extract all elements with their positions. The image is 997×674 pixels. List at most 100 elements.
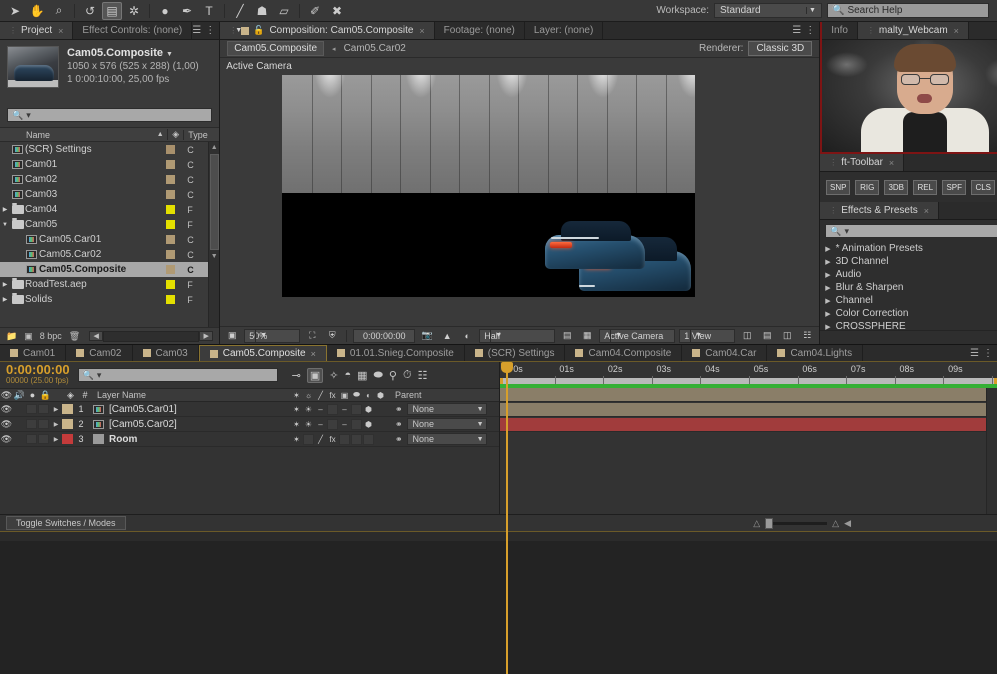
disclosure-triangle-icon[interactable]: ▶	[825, 284, 830, 292]
disclosure-triangle-icon[interactable]: ▶	[825, 271, 830, 279]
timeline-scrollbar[interactable]	[986, 388, 997, 514]
layer-disclosure-icon[interactable]: ▶	[50, 406, 62, 413]
zoom-slider-track[interactable]	[765, 522, 827, 525]
search-help-input[interactable]: 🔍 Search Help	[827, 3, 989, 18]
timeline-search-input[interactable]: 🔍 ▾	[78, 368, 278, 382]
tab-ft-toolbar[interactable]: ⋮ ft-Toolbar ×	[820, 154, 904, 171]
timeline-zoom-slider[interactable]: △ △ ◀	[753, 518, 851, 529]
composition-viewport[interactable]: Active Camera	[220, 58, 819, 326]
frameblend-switch[interactable]	[339, 434, 350, 445]
collapse-switch[interactable]: ☀	[303, 404, 314, 415]
zoom-in-icon[interactable]: △	[832, 518, 839, 529]
collapse-panel-icon[interactable]: ◀	[844, 518, 851, 529]
camera-select[interactable]: Active Camera ▼	[599, 329, 675, 343]
disclosure-triangle-icon[interactable]: ▶	[825, 310, 830, 318]
tab-malty-webcam[interactable]: ⋮ malty_Webcam ×	[858, 22, 969, 39]
layer-solo-toggle[interactable]	[26, 419, 37, 429]
project-hscrollbar[interactable]: ◀ ▶	[89, 331, 213, 342]
layer-row[interactable]: 👁▶3Room✶╱fx⚭None▼	[0, 432, 499, 447]
tab-info[interactable]: Info	[822, 22, 858, 39]
project-item[interactable]: ▶Cam04F	[0, 202, 219, 217]
toggle-switches-modes-button[interactable]: Toggle Switches / Modes	[6, 516, 126, 530]
grid-guides-icon[interactable]: ⛶	[304, 329, 320, 343]
zoom-tool-icon[interactable]: ⌕	[49, 2, 69, 20]
project-search-input[interactable]: 🔍 ▾	[7, 108, 212, 122]
selection-tool-icon[interactable]: ➤	[5, 2, 25, 20]
layer-disclosure-icon[interactable]: ▶	[50, 436, 62, 443]
parent-header[interactable]: Parent	[391, 390, 499, 400]
effects-search-input[interactable]: 🔍 ▾	[825, 224, 997, 238]
label-color-swatch[interactable]	[166, 160, 175, 169]
motionblur-switch[interactable]	[351, 434, 362, 445]
layer-lock-toggle[interactable]	[38, 419, 49, 429]
workspace-select[interactable]: Standard ▼	[714, 3, 822, 18]
current-time-indicator[interactable]	[506, 362, 508, 674]
puppet-pin-tool-icon[interactable]: ✖	[327, 2, 347, 20]
scroll-right-icon[interactable]: ▶	[199, 331, 213, 341]
tab-composition[interactable]: ⋮ 🔓 Composition: Cam05.Composite ▼ ×	[220, 22, 434, 39]
parent-select[interactable]: None▼	[407, 433, 487, 445]
layer-parent-cell[interactable]: ⚭None▼	[391, 418, 499, 430]
layer-lock-toggle[interactable]	[38, 404, 49, 414]
breadcrumb-next[interactable]: Cam05.Car02	[344, 43, 406, 54]
chevron-down-icon[interactable]: ▼	[235, 27, 242, 34]
timeline-tab[interactable]: Cam04.Composite	[565, 345, 682, 361]
magnification-select[interactable]: 50% ▼	[244, 329, 300, 343]
effects-category-row[interactable]: ▶Blur & Sharpen	[820, 281, 997, 294]
pan-behind-tool-icon[interactable]: ✲	[124, 2, 144, 20]
eraser-tool-icon[interactable]: ▱	[274, 2, 294, 20]
quality-switch[interactable]: –	[315, 404, 326, 415]
zoom-slider-knob[interactable]	[765, 518, 773, 529]
motionblur-switch[interactable]	[351, 419, 362, 430]
new-comp-icon[interactable]: ▣	[24, 331, 33, 342]
effects-category-row[interactable]: ▶CROSSPHERE	[820, 320, 997, 330]
transparency-grid-icon[interactable]: ▦	[579, 329, 595, 343]
panel-menu-icon[interactable]: ☰	[192, 25, 200, 36]
close-icon[interactable]: ×	[889, 158, 894, 168]
scrollbar-thumb[interactable]	[210, 154, 219, 250]
quality-switch[interactable]: ╱	[315, 434, 326, 445]
fast-previews-icon[interactable]: ▤	[759, 329, 775, 343]
effects-switch[interactable]	[327, 404, 338, 415]
close-icon[interactable]: ×	[311, 349, 316, 359]
current-time-field[interactable]: 0:00:00:00	[353, 329, 415, 343]
frameblend-switch[interactable]: –	[339, 419, 350, 430]
effects-category-row[interactable]: ▶Color Correction	[820, 307, 997, 320]
project-item[interactable]: Cam05.Car01C	[0, 232, 219, 247]
always-preview-icon[interactable]: ▣	[224, 329, 240, 343]
column-name-label[interactable]: Name	[0, 130, 153, 140]
close-icon[interactable]: ×	[924, 206, 929, 216]
project-item[interactable]: ▶RoadTest.aepF	[0, 277, 219, 292]
view-layout-select[interactable]: 1 View ▼	[679, 329, 735, 343]
panel-menu-icon[interactable]: ☰	[792, 25, 800, 36]
motion-blur-icon[interactable]: ▦	[357, 369, 367, 382]
close-icon[interactable]: ×	[954, 26, 959, 36]
project-item[interactable]: ▶SolidsF	[0, 292, 219, 307]
camera-tool-icon[interactable]: ▤	[102, 2, 122, 20]
hide-shy-layers-icon[interactable]: ✧	[329, 369, 338, 382]
label-color-swatch[interactable]	[166, 265, 175, 274]
timeline-tab[interactable]: Cam04.Lights	[767, 345, 863, 361]
tab-layer[interactable]: Layer: (none)	[525, 22, 603, 39]
scroll-up-icon[interactable]: ▲	[211, 142, 218, 153]
renderer-value[interactable]: Classic 3D	[748, 41, 812, 56]
scroll-down-icon[interactable]: ▼	[211, 251, 218, 262]
project-item[interactable]: Cam01C	[0, 157, 219, 172]
chevron-down-icon[interactable]: ▼	[166, 51, 173, 58]
tab-footage[interactable]: Footage: (none)	[435, 22, 525, 39]
parent-select[interactable]: None▼	[407, 403, 487, 415]
panel-menu-icon[interactable]: ☰	[970, 348, 978, 359]
pixel-aspect-icon[interactable]: ◫	[739, 329, 755, 343]
draft-3d-icon[interactable]: ▣	[307, 368, 323, 383]
label-color-swatch[interactable]	[166, 145, 175, 154]
breadcrumb-current[interactable]: Cam05.Composite	[227, 41, 324, 56]
hand-tool-icon[interactable]: ✋	[27, 2, 47, 20]
graph-editor-icon[interactable]: ⚲	[389, 369, 397, 382]
effects-switch[interactable]: fx	[327, 434, 338, 445]
label-color-swatch[interactable]	[166, 205, 175, 214]
frameblend-switch[interactable]: –	[339, 404, 350, 415]
layer-row[interactable]: 👁▶2[Cam05.Car02]✶☀––⬢⚭None▼	[0, 417, 499, 432]
parent-pickwhip-icon[interactable]: ⚭	[395, 419, 403, 430]
disclosure-triangle-icon[interactable]: ▶	[825, 258, 830, 266]
bit-depth-label[interactable]: 8 bpc	[40, 331, 62, 341]
